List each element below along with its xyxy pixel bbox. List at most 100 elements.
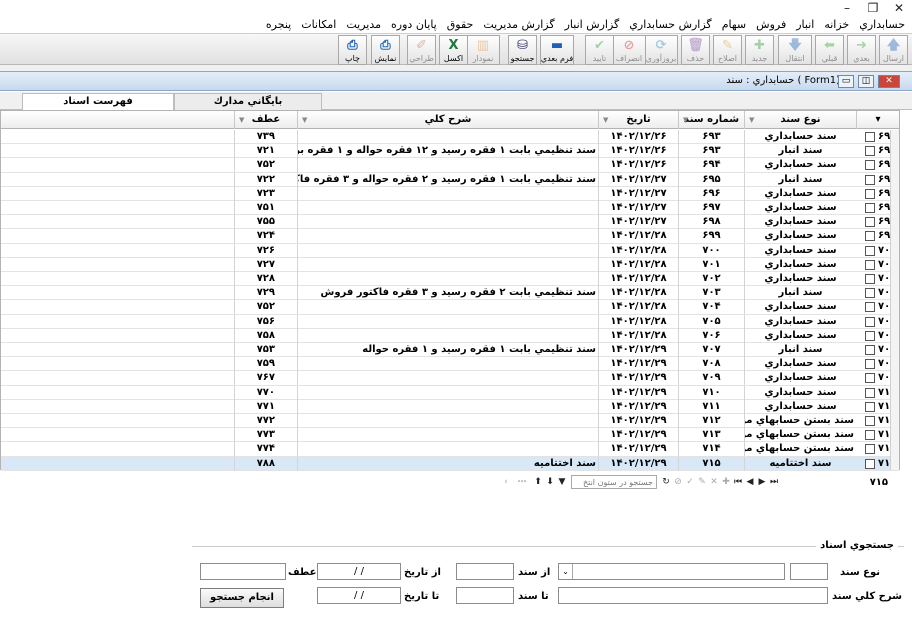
restore-icon[interactable]: ❐ bbox=[860, 0, 886, 16]
row-checkbox[interactable] bbox=[865, 300, 877, 314]
check-icon[interactable]: ✓ bbox=[684, 477, 696, 487]
checkbox-icon[interactable] bbox=[865, 188, 875, 199]
checkbox-icon[interactable] bbox=[865, 274, 875, 284]
close-icon[interactable]: ✕ bbox=[886, 0, 912, 16]
column-header-number[interactable]: ▼ شماره سند bbox=[678, 111, 744, 129]
menu-item-1[interactable]: خزانه bbox=[819, 16, 854, 34]
toolbar-button-14[interactable]: ✐ طراحي bbox=[407, 35, 436, 65]
toolbar-button-16[interactable]: ⎙ چاپ bbox=[338, 35, 367, 65]
table-row[interactable]: ۷۰۰ سند حسابداري ۷۰۰ ۱۴۰۲/۱۲/۲۸ ۷۲۶ bbox=[1, 243, 899, 258]
checkbox-icon[interactable] bbox=[865, 245, 875, 256]
row-checkbox[interactable] bbox=[865, 286, 877, 300]
first-record-icon[interactable]: ⏮ bbox=[732, 477, 744, 487]
table-row[interactable]: ۶۹۷ سند حسابداري ۶۹۷ ۱۴۰۲/۱۲/۲۷ ۷۵۱ bbox=[1, 201, 899, 216]
table-row[interactable]: ۶۹۶ سند حسابداري ۶۹۶ ۱۴۰۲/۱۲/۲۷ ۷۲۳ bbox=[1, 186, 899, 201]
row-checkbox[interactable] bbox=[865, 315, 877, 329]
row-checkbox[interactable] bbox=[865, 400, 877, 414]
checkbox-icon[interactable] bbox=[865, 288, 875, 299]
column-search-input[interactable] bbox=[571, 475, 657, 489]
arrow-down-icon[interactable]: ⬇ bbox=[544, 477, 556, 487]
delete-icon[interactable]: ✕ bbox=[708, 477, 720, 487]
column-header-description[interactable]: ▼ شرح كلي bbox=[297, 111, 598, 129]
table-row[interactable]: ۶۹۴ سند حسابداري ۶۹۴ ۱۴۰۲/۱۲/۲۶ ۷۵۲ bbox=[1, 158, 899, 173]
checkbox-icon[interactable] bbox=[865, 387, 875, 398]
table-row[interactable]: ۷۱۲سند بستن حسابهاي موقت۷۱۲۱۴۰۲/۱۲/۲۹۷۷۲ bbox=[1, 414, 899, 429]
atf-field[interactable] bbox=[200, 563, 286, 580]
toolbar-button-3[interactable]: 🡇 انتقال bbox=[778, 35, 812, 65]
row-checkbox[interactable] bbox=[865, 144, 877, 158]
prev-record-icon[interactable]: ◀ bbox=[744, 477, 756, 487]
checkbox-icon[interactable] bbox=[865, 345, 875, 355]
filter-icon[interactable]: ▼ bbox=[302, 111, 307, 129]
edit-icon[interactable]: ✎ bbox=[696, 477, 708, 487]
checkbox-icon[interactable] bbox=[865, 316, 875, 327]
filter-icon[interactable]: ▼ bbox=[239, 111, 244, 129]
table-row[interactable]: ۶۹۸ سند حسابداري ۶۹۸ ۱۴۰۲/۱۲/۲۷ ۷۵۵ bbox=[1, 215, 899, 230]
column-header-date[interactable]: ▼ تاريخ bbox=[598, 111, 678, 129]
menu-item-4[interactable]: سهام bbox=[717, 16, 751, 34]
row-checkbox[interactable] bbox=[865, 258, 877, 272]
checkbox-icon[interactable] bbox=[865, 373, 875, 384]
table-row[interactable]: ۷۱۵ سند اختتاميه ۷۱۵ ۱۴۰۲/۱۲/۲۹ سند اختتاميه… bbox=[1, 456, 899, 471]
form-restore-icon[interactable]: ◫ bbox=[858, 75, 874, 88]
row-checkbox[interactable] bbox=[865, 201, 877, 215]
row-checkbox[interactable] bbox=[865, 329, 877, 343]
menu-item-3[interactable]: فروش bbox=[751, 16, 791, 34]
checkbox-icon[interactable] bbox=[865, 259, 875, 270]
form-close-icon[interactable]: ✕ bbox=[878, 75, 900, 88]
table-row[interactable]: ۷۰۹ سند حسابداري ۷۰۹ ۱۴۰۲/۱۲/۲۹ ۷۶۷ bbox=[1, 371, 899, 386]
toolbar-button-6[interactable]: 🗑 حذف bbox=[681, 35, 710, 65]
checkbox-icon[interactable] bbox=[865, 132, 875, 142]
row-checkbox[interactable] bbox=[865, 272, 877, 286]
row-checkbox[interactable] bbox=[865, 457, 877, 471]
tab-document-list[interactable]: فهرست اسناد bbox=[22, 93, 174, 111]
filter-icon[interactable]: ▼ bbox=[749, 111, 754, 129]
more-icon[interactable]: ⋯ bbox=[512, 477, 532, 487]
menu-item-9[interactable]: پايان دوره bbox=[386, 16, 442, 34]
row-checkbox[interactable] bbox=[865, 173, 877, 187]
checkbox-icon[interactable] bbox=[865, 444, 875, 455]
row-checkbox[interactable] bbox=[865, 442, 877, 456]
column-menu-icon[interactable]: ▾ bbox=[856, 111, 899, 129]
doc-type-select[interactable]: ⌄ bbox=[558, 563, 785, 580]
table-row[interactable]: ۶۹۹ سند حسابداري ۶۹۹ ۱۴۰۲/۱۲/۲۸ ۷۲۴ bbox=[1, 229, 899, 244]
to-doc-field[interactable] bbox=[456, 587, 514, 604]
row-checkbox[interactable] bbox=[865, 229, 877, 243]
column-header-atf[interactable]: ▼ عطف bbox=[234, 111, 297, 129]
table-row[interactable]: ۷۰۳ سند انبار ۷۰۳ ۱۴۰۲/۱۲/۲۸ سند تنظيمي بابت… bbox=[1, 286, 899, 301]
menu-item-2[interactable]: انبار bbox=[791, 16, 819, 34]
checkbox-icon[interactable] bbox=[865, 231, 875, 242]
form-minimize-icon[interactable]: ▭ bbox=[838, 75, 854, 88]
table-row[interactable]: ۷۱۰ سند حسابداري ۷۱۰ ۱۴۰۲/۱۲/۲۹ ۷۷۰ bbox=[1, 385, 899, 400]
table-row[interactable]: ۶۹۲ سند حسابداري ۶۹۳ ۱۴۰۲/۱۲/۲۶ ۷۳۹ bbox=[1, 130, 899, 145]
table-row[interactable]: ۶۹۳ سند انبار ۶۹۳ ۱۴۰۲/۱۲/۲۶ سند تنظيمي بابت… bbox=[1, 144, 899, 159]
row-checkbox[interactable] bbox=[865, 428, 877, 442]
table-row[interactable]: ۷۱۴سند بستن حسابهاي موقت۷۱۴۱۴۰۲/۱۲/۲۹۷۷۴ bbox=[1, 442, 899, 457]
last-record-icon[interactable]: ⏭ bbox=[768, 477, 780, 487]
tab-attachments[interactable]: بايگاني مدارك bbox=[174, 93, 322, 110]
filter-icon[interactable]: ▼ bbox=[683, 111, 688, 129]
vertical-scrollbar[interactable] bbox=[890, 130, 899, 470]
toolbar-button-9[interactable]: ✔ تاييد bbox=[585, 35, 614, 65]
checkbox-icon[interactable] bbox=[865, 359, 875, 370]
table-row[interactable]: ۷۰۴ سند حسابداري ۷۰۴ ۱۴۰۲/۱۲/۲۸ ۷۵۲ bbox=[1, 300, 899, 315]
table-row[interactable]: ۷۰۲ سند حسابداري ۷۰۲ ۱۴۰۲/۱۲/۲۸ ۷۲۸ bbox=[1, 272, 899, 287]
checkbox-icon[interactable] bbox=[865, 401, 875, 412]
row-checkbox[interactable] bbox=[865, 414, 877, 428]
checkbox-icon[interactable] bbox=[865, 203, 875, 213]
arrow-up-icon[interactable]: ⬆ bbox=[532, 477, 544, 487]
table-row[interactable]: ۷۰۷ سند انبار ۷۰۷ ۱۴۰۲/۱۲/۲۹ سند تنظيمي بابت… bbox=[1, 343, 899, 358]
toolbar-button-7[interactable]: ⟳ بروزآوري bbox=[644, 35, 678, 65]
row-checkbox[interactable] bbox=[865, 371, 877, 385]
row-checkbox[interactable] bbox=[865, 158, 877, 172]
checkbox-icon[interactable] bbox=[865, 416, 875, 426]
menu-item-12[interactable]: پنجره bbox=[261, 16, 296, 34]
menu-item-0[interactable]: حسابداري bbox=[854, 16, 910, 34]
table-row[interactable]: ۷۰۶ سند حسابداري ۷۰۶ ۱۴۰۲/۱۲/۲۸ ۷۵۸ bbox=[1, 328, 899, 343]
toolbar-button-15[interactable]: ⎙ نمايش bbox=[371, 35, 400, 65]
toolbar-button-0[interactable]: 🡅 ارسال bbox=[879, 35, 908, 65]
row-checkbox[interactable] bbox=[865, 187, 877, 201]
minimize-icon[interactable]: – bbox=[834, 0, 860, 16]
table-row[interactable]: ۷۰۸ سند حسابداري ۷۰۸ ۱۴۰۲/۱۲/۲۹ ۷۵۹ bbox=[1, 357, 899, 372]
menu-item-7[interactable]: گزارش مديريت bbox=[478, 16, 559, 34]
